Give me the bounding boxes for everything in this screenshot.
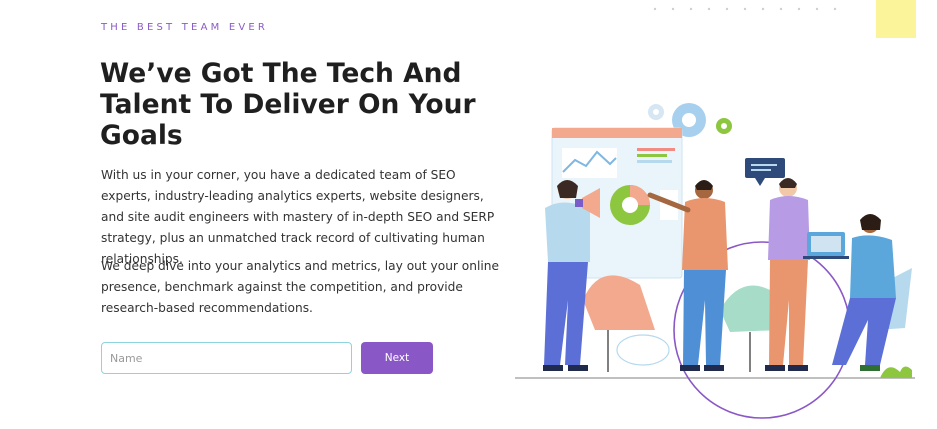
bearded-person — [765, 178, 810, 371]
chat-bubble-icon — [745, 158, 785, 186]
person-with-megaphone — [543, 180, 590, 371]
decorative-yellow-block — [876, 0, 916, 38]
team-illustration — [515, 103, 915, 419]
pie-chart-icon — [610, 185, 650, 225]
hero-title: We’ve Got The Tech And Talent To Deliver… — [100, 58, 476, 151]
next-button[interactable]: Next — [361, 342, 433, 374]
analytics-paragraph: We deep dive into your analytics and met… — [101, 259, 499, 315]
intro-paragraph: With us in your corner, you have a dedic… — [101, 168, 495, 266]
gear-icon — [648, 104, 664, 120]
bar-chart-icon — [562, 148, 617, 178]
name-input[interactable] — [101, 342, 352, 374]
decorative-dots — [653, 7, 837, 11]
eyebrow-label: THE BEST TEAM EVER — [101, 22, 269, 33]
laptop-icon — [803, 232, 849, 259]
gear-icon — [716, 118, 732, 134]
